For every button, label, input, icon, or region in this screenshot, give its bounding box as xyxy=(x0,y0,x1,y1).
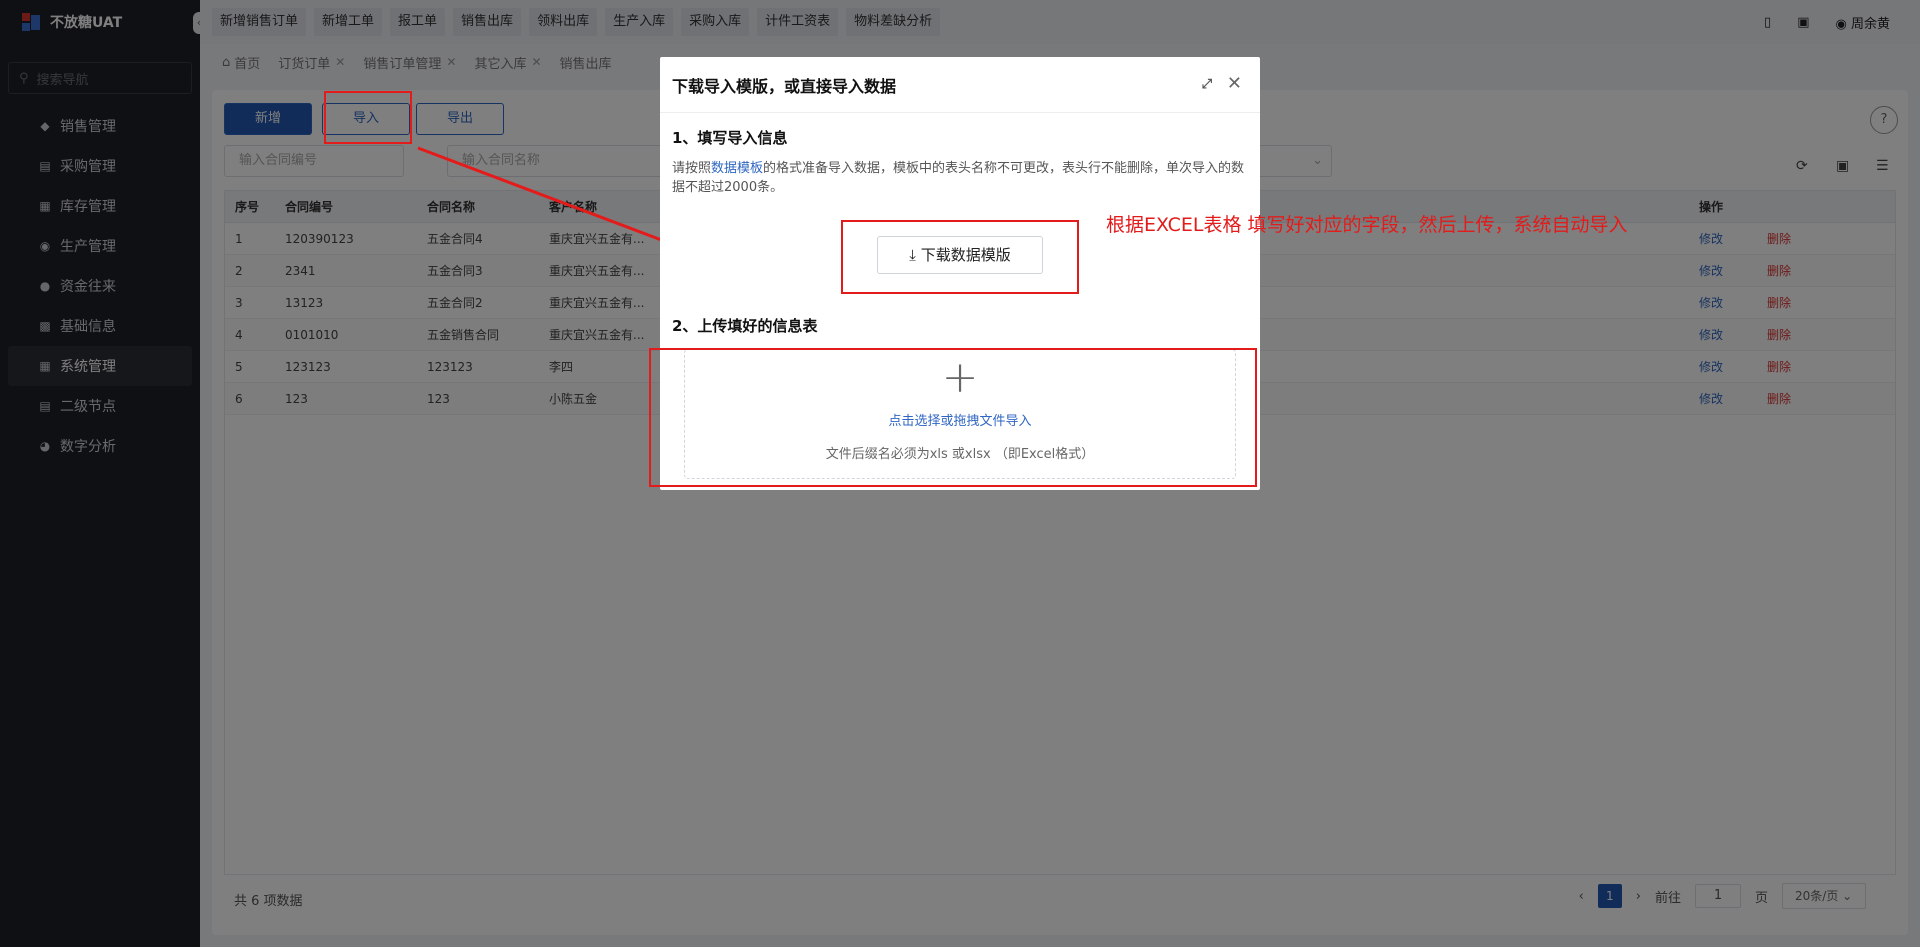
dialog-title: 下载导入模版，或直接导入数据 xyxy=(672,76,897,96)
arrow-line xyxy=(417,146,681,249)
close-icon[interactable]: ✕ xyxy=(1227,73,1242,94)
maximize-icon[interactable]: ⤢ xyxy=(1202,77,1212,92)
import-description: 请按照数据模板的格式准备导入数据，模板中的表头名称不可更改，表头行不能删除，单次… xyxy=(672,159,1248,197)
template-link[interactable]: 数据模板 xyxy=(711,161,763,176)
download-highlight-box xyxy=(841,220,1079,294)
desc-text: 请按照 xyxy=(672,161,712,176)
step2-title: 2、上传填好的信息表 xyxy=(672,317,818,335)
upload-highlight-box xyxy=(649,348,1257,487)
dialog-header: 下载导入模版，或直接导入数据 ⤢ ✕ xyxy=(660,57,1260,113)
step1-title: 1、填写导入信息 xyxy=(672,129,788,147)
annotation-text: 根据EXCEL表格 填写好对应的字段，然后上传，系统自动导入 xyxy=(1106,214,1628,236)
